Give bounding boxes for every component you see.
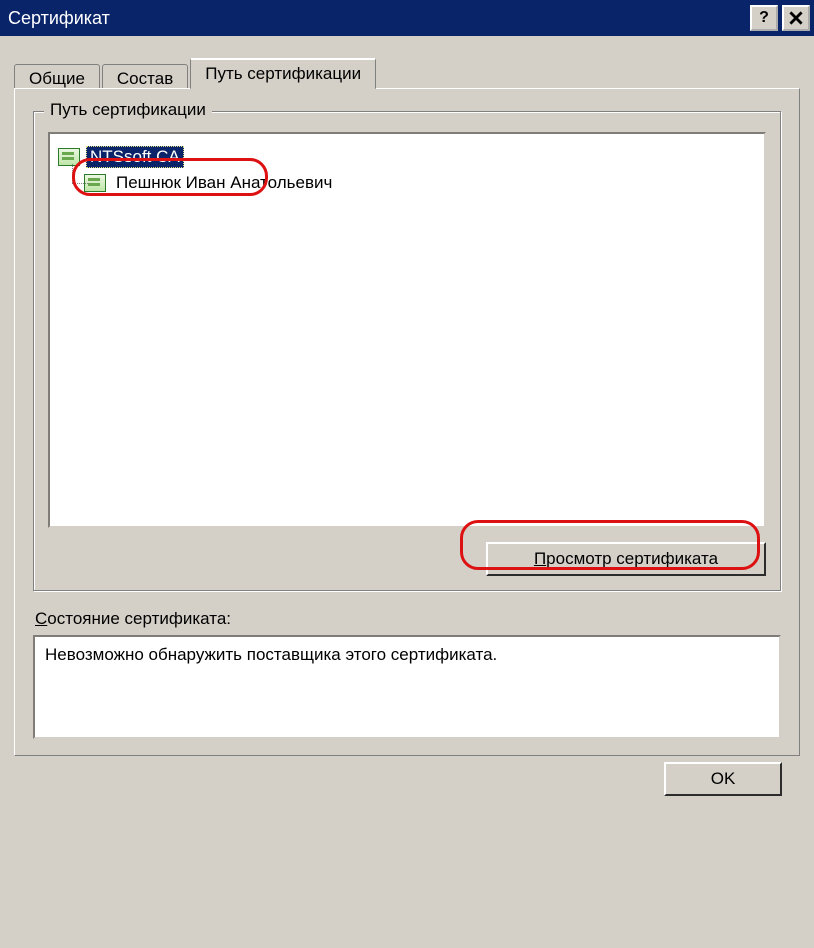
tab-panel: Путь сертификации NTSsoft CA Пешнюк Иван… bbox=[14, 88, 800, 756]
tab-details[interactable]: Состав bbox=[102, 64, 188, 91]
close-button[interactable] bbox=[782, 5, 810, 31]
certificate-icon bbox=[84, 174, 106, 192]
certificate-icon bbox=[58, 148, 80, 166]
titlebar: Сертификат ? bbox=[0, 0, 814, 36]
tab-cert-path[interactable]: Путь сертификации bbox=[190, 58, 376, 89]
cert-status-text: Невозможно обнаружить поставщика этого с… bbox=[45, 645, 497, 664]
tree-node-root-label: NTSsoft CA bbox=[86, 146, 184, 168]
ok-button[interactable]: OK bbox=[664, 762, 782, 796]
tabs: Общие Состав Путь сертификации bbox=[14, 54, 800, 88]
cert-path-tree[interactable]: NTSsoft CA Пешнюк Иван Анатольевич bbox=[48, 132, 766, 528]
cert-path-group: Путь сертификации NTSsoft CA Пешнюк Иван… bbox=[33, 111, 781, 591]
cert-status-label: Состояние сертификата: bbox=[35, 609, 781, 629]
tree-node-child[interactable]: Пешнюк Иван Анатольевич bbox=[58, 170, 756, 196]
tree-node-child-label: Пешнюк Иван Анатольевич bbox=[112, 172, 336, 194]
groupbox-legend: Путь сертификации bbox=[44, 100, 212, 120]
tab-general[interactable]: Общие bbox=[14, 64, 100, 91]
cert-status-box: Невозможно обнаружить поставщика этого с… bbox=[33, 635, 781, 739]
tree-node-root[interactable]: NTSsoft CA bbox=[58, 144, 756, 170]
view-certificate-button[interactable]: Просмотр сертификата bbox=[486, 542, 766, 576]
close-icon bbox=[789, 11, 803, 25]
window-title: Сертификат bbox=[8, 8, 746, 29]
help-button[interactable]: ? bbox=[750, 5, 778, 31]
